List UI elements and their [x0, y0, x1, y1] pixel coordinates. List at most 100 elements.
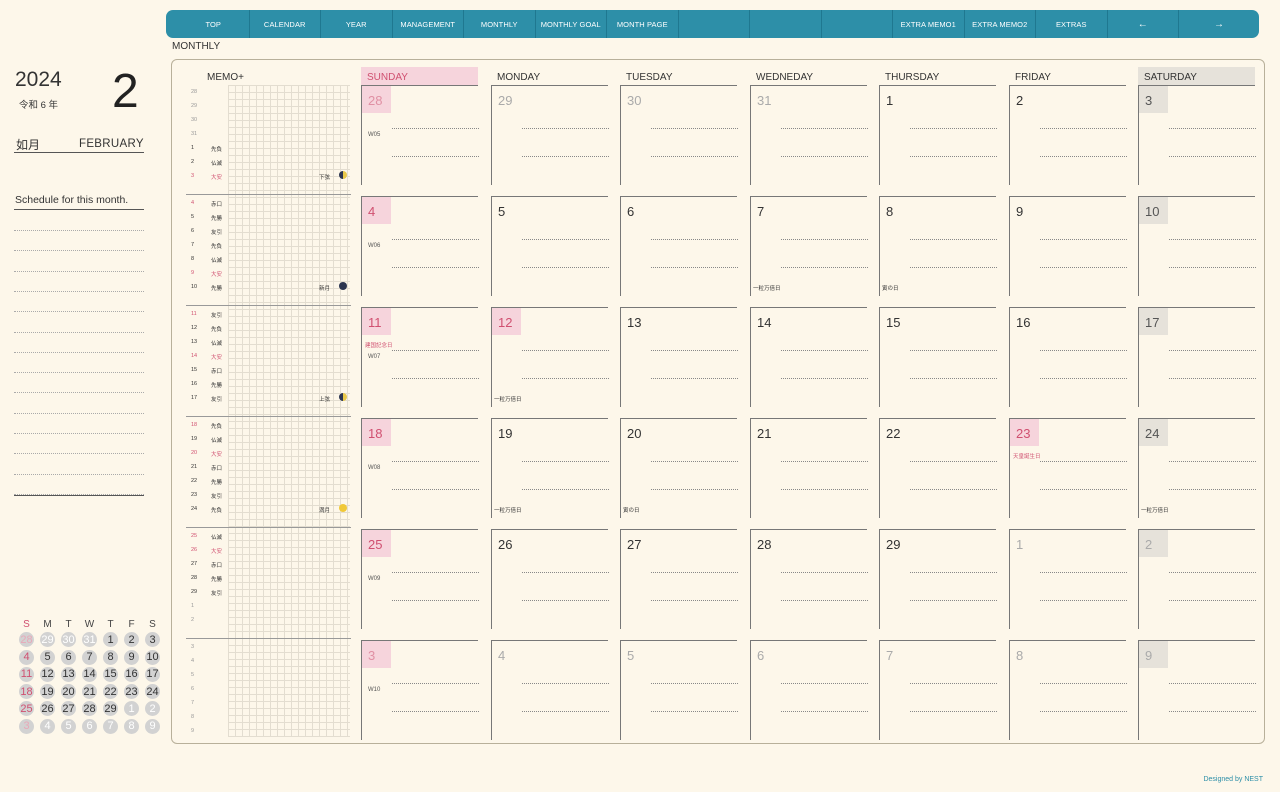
day-cell[interactable]: 25 W09 [361, 529, 479, 629]
writing-line[interactable] [651, 156, 738, 157]
writing-line[interactable] [781, 489, 868, 490]
mini-day[interactable]: 1 [121, 701, 142, 717]
mini-day[interactable]: 12 [37, 666, 58, 682]
day-cell[interactable]: 28 [750, 529, 868, 629]
writing-line[interactable] [1040, 683, 1127, 684]
nav-calendar[interactable]: CALENDAR [250, 10, 321, 38]
writing-line[interactable] [651, 683, 738, 684]
memo-day-row[interactable]: 25 仏滅 [186, 529, 351, 543]
day-cell[interactable]: 1 [1009, 529, 1127, 629]
memo-day-row[interactable]: 10 先勝 新月 [186, 280, 351, 294]
memo-day-row[interactable]: 17 友引 上弦 [186, 391, 351, 405]
schedule-line[interactable] [14, 453, 144, 455]
writing-line[interactable] [1169, 267, 1256, 268]
writing-line[interactable] [522, 267, 609, 268]
mini-day[interactable]: 28 [16, 632, 37, 648]
writing-line[interactable] [392, 350, 479, 351]
day-cell[interactable]: 1 [879, 85, 997, 185]
mini-day[interactable]: 17 [142, 666, 163, 682]
writing-line[interactable] [1169, 350, 1256, 351]
writing-line[interactable] [392, 128, 479, 129]
writing-line[interactable] [781, 128, 868, 129]
writing-line[interactable] [781, 461, 868, 462]
memo-day-row[interactable]: 18 先負 [186, 418, 351, 432]
mini-day[interactable]: 14 [79, 666, 100, 682]
memo-day-row[interactable]: 1 [186, 599, 351, 613]
writing-line[interactable] [1040, 156, 1127, 157]
nav-prev[interactable]: ← [1108, 10, 1179, 38]
writing-line[interactable] [392, 683, 479, 684]
mini-day[interactable]: 8 [121, 718, 142, 734]
day-cell[interactable]: 29 [491, 85, 609, 185]
writing-line[interactable] [392, 489, 479, 490]
day-cell[interactable]: 2 [1009, 85, 1127, 185]
writing-line[interactable] [1040, 572, 1127, 573]
mini-day[interactable]: 6 [58, 649, 79, 665]
day-cell[interactable]: 9 [1009, 196, 1127, 296]
writing-line[interactable] [651, 267, 738, 268]
mini-day[interactable]: 7 [100, 718, 121, 734]
schedule-line[interactable] [14, 311, 144, 313]
writing-line[interactable] [1040, 378, 1127, 379]
mini-day[interactable]: 11 [16, 666, 37, 682]
writing-line[interactable] [1169, 156, 1256, 157]
memo-day-row[interactable]: 22 先勝 [186, 474, 351, 488]
mini-day[interactable]: 22 [100, 684, 121, 700]
day-cell[interactable]: 4 [491, 640, 609, 740]
schedule-line[interactable] [14, 473, 144, 475]
writing-line[interactable] [522, 461, 609, 462]
writing-line[interactable] [910, 461, 997, 462]
nav-blank[interactable] [679, 10, 750, 38]
writing-line[interactable] [522, 683, 609, 684]
memo-day-row[interactable]: 15 赤口 [186, 363, 351, 377]
mini-day[interactable]: 8 [100, 649, 121, 665]
memo-day-row[interactable]: 24 先負 満月 [186, 502, 351, 516]
writing-line[interactable] [522, 711, 609, 712]
schedule-line[interactable] [14, 351, 144, 353]
day-cell[interactable]: 7 一粒万倍日 [750, 196, 868, 296]
mini-day[interactable]: 4 [16, 649, 37, 665]
writing-line[interactable] [910, 683, 997, 684]
nav-blank[interactable] [822, 10, 893, 38]
mini-day[interactable]: 31 [79, 632, 100, 648]
writing-line[interactable] [651, 350, 738, 351]
memo-day-row[interactable]: 31 [186, 127, 351, 141]
memo-day-row[interactable]: 4 赤口 [186, 196, 351, 210]
writing-line[interactable] [392, 461, 479, 462]
writing-line[interactable] [910, 156, 997, 157]
writing-line[interactable] [1169, 128, 1256, 129]
mini-day[interactable]: 25 [16, 701, 37, 717]
writing-line[interactable] [522, 128, 609, 129]
mini-day[interactable]: 20 [58, 684, 79, 700]
memo-day-row[interactable]: 5 [186, 668, 351, 682]
mini-day[interactable]: 5 [37, 649, 58, 665]
memo-day-row[interactable]: 2 [186, 613, 351, 627]
day-cell[interactable]: 12 一粒万倍日 [491, 307, 609, 407]
mini-day[interactable]: 28 [79, 701, 100, 717]
mini-day[interactable]: 21 [79, 684, 100, 700]
memo-day-row[interactable]: 14 大安 [186, 349, 351, 363]
writing-line[interactable] [781, 683, 868, 684]
memo-day-row[interactable]: 8 [186, 710, 351, 724]
writing-line[interactable] [910, 239, 997, 240]
memo-day-row[interactable]: 11 友引 [186, 307, 351, 321]
day-cell[interactable]: 26 [491, 529, 609, 629]
day-cell[interactable]: 17 [1138, 307, 1256, 407]
day-cell[interactable]: 8 寅の日 [879, 196, 997, 296]
writing-line[interactable] [651, 378, 738, 379]
day-cell[interactable]: 31 [750, 85, 868, 185]
schedule-line[interactable] [14, 392, 144, 394]
mini-day[interactable]: 23 [121, 684, 142, 700]
nav-top[interactable]: TOP [178, 10, 250, 38]
writing-line[interactable] [1169, 239, 1256, 240]
day-cell[interactable]: 21 [750, 418, 868, 518]
writing-line[interactable] [651, 239, 738, 240]
schedule-line[interactable] [14, 433, 144, 434]
schedule-line[interactable] [14, 372, 144, 374]
memo-day-row[interactable]: 9 大安 [186, 266, 351, 280]
writing-line[interactable] [522, 572, 609, 573]
writing-line[interactable] [392, 156, 479, 157]
memo-day-row[interactable]: 13 仏滅 [186, 335, 351, 349]
mini-day[interactable]: 2 [121, 632, 142, 648]
writing-line[interactable] [781, 378, 868, 379]
